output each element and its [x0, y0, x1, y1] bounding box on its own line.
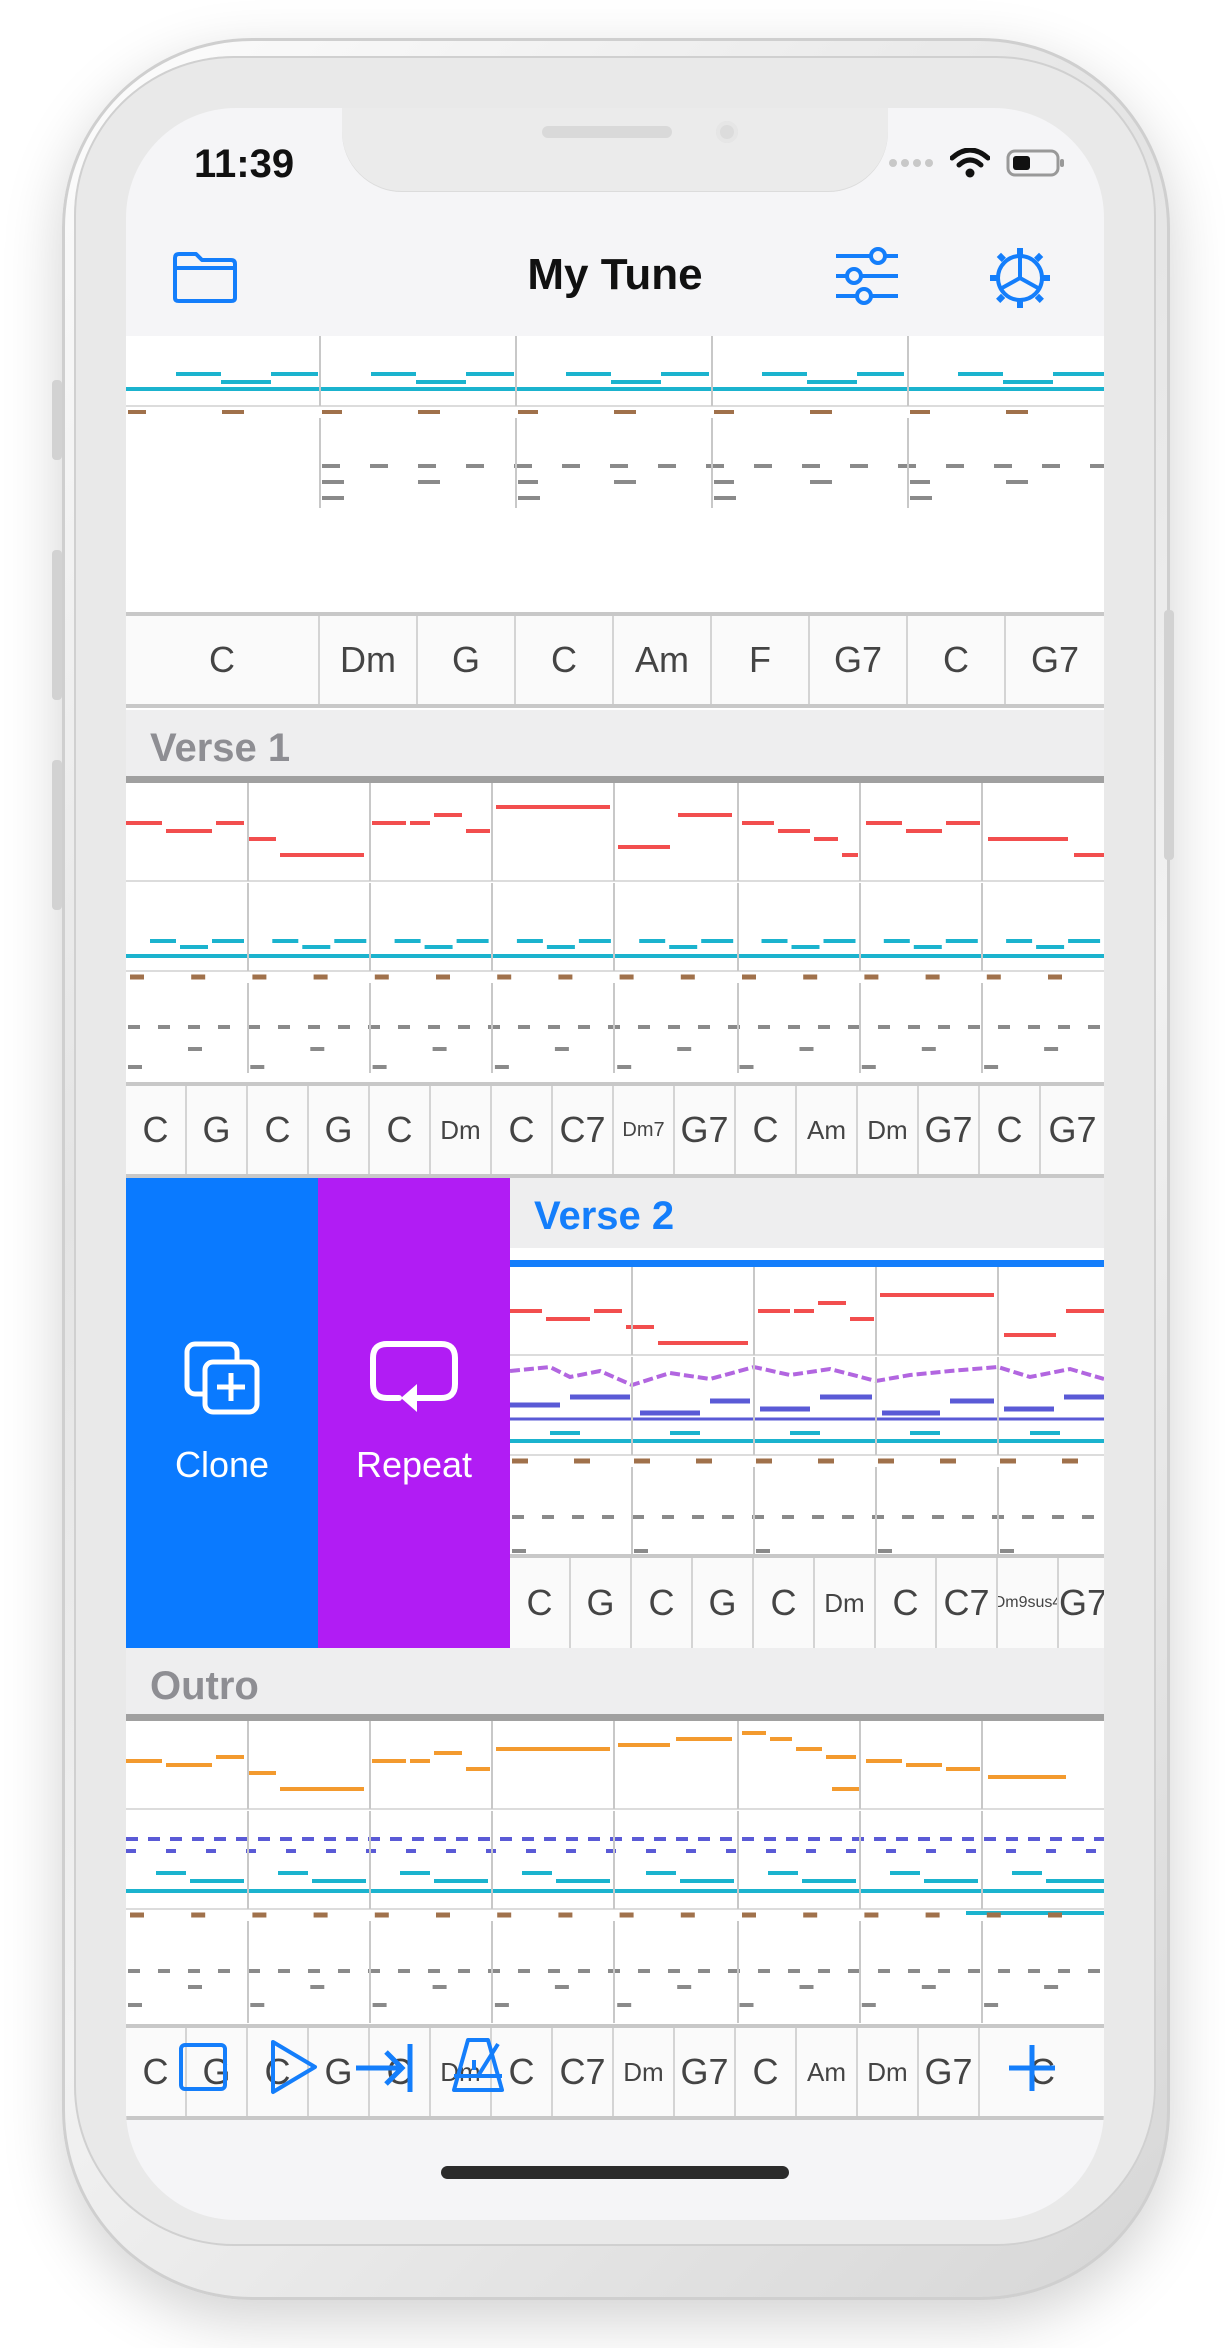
chord-cell[interactable]: C: [492, 1086, 553, 1174]
melody-track: [510, 1267, 1104, 1356]
chord-cell[interactable]: G7: [675, 1086, 736, 1174]
section-header: Verse 2: [510, 1178, 1104, 1248]
transport-toolbar: [126, 2006, 1104, 2126]
navigation-bar: My Tune: [126, 218, 1104, 338]
notch: [342, 108, 888, 192]
play-icon[interactable]: [268, 2038, 320, 2096]
status-time: 11:39: [194, 142, 295, 186]
chord-cell[interactable]: G7: [1006, 616, 1104, 704]
add-icon[interactable]: [1006, 2042, 1058, 2094]
chord-cell[interactable]: Dm: [815, 1558, 876, 1648]
section-title: Outro: [150, 1664, 259, 1708]
front-camera: [716, 121, 738, 143]
section-title: Verse 1: [150, 726, 291, 770]
volume-down-button: [52, 760, 62, 910]
section-verse-2[interactable]: Clone Repeat Verse 2 C G C G C Dm C C7 D…: [126, 1178, 1104, 1648]
chord-cell[interactable]: G7: [1059, 1558, 1104, 1648]
chord-cell[interactable]: Dm: [320, 616, 418, 704]
wifi-icon: [950, 148, 990, 178]
section-intro[interactable]: C Dm G C Am F G7 C G7: [126, 336, 1104, 710]
clone-icon: [184, 1341, 260, 1415]
repeat-icon: [370, 1341, 458, 1412]
chord-cell[interactable]: C: [510, 1558, 571, 1648]
chord-cell[interactable]: C: [908, 616, 1006, 704]
chord-cell[interactable]: G: [418, 616, 516, 704]
verse-2-content: Verse 2 C G C G C Dm C C7 Dm9sus4 G7: [510, 1178, 1104, 1648]
chord-cell[interactable]: G7: [1041, 1086, 1104, 1174]
chord-cell[interactable]: Dm: [858, 1086, 919, 1174]
chord-row-verse-2: C G C G C Dm C C7 Dm9sus4 G7: [510, 1554, 1104, 1648]
clone-action-button[interactable]: Clone: [126, 1178, 318, 1648]
chord-cell[interactable]: G: [187, 1086, 248, 1174]
chord-cell[interactable]: G: [693, 1558, 754, 1648]
harmony-track: [126, 336, 1104, 407]
metronome-icon[interactable]: [448, 2034, 508, 2096]
chord-cell[interactable]: C7: [553, 1086, 614, 1174]
section-divider: [126, 776, 1104, 783]
sliders-icon: [836, 247, 898, 305]
speaker: [542, 126, 672, 138]
bass-drums-track: [128, 974, 1104, 1073]
repeat-action-button[interactable]: Repeat: [318, 1178, 510, 1648]
chord-cell[interactable]: C: [516, 616, 614, 704]
page-title: My Tune: [527, 250, 703, 299]
mute-switch: [52, 380, 62, 460]
volume-up-button: [52, 550, 62, 700]
chord-cell[interactable]: C7: [937, 1558, 998, 1648]
chord-cell[interactable]: C: [736, 1086, 797, 1174]
section-header: Verse 1: [126, 710, 1104, 780]
chord-cell[interactable]: G: [309, 1086, 370, 1174]
chord-cell[interactable]: C: [126, 1086, 187, 1174]
chord-cell[interactable]: G: [571, 1558, 632, 1648]
chord-cell[interactable]: G7: [810, 616, 908, 704]
app-screen: 11:39 My Tune C Dm G C Am F G7 C G7 Vers…: [126, 108, 1104, 2220]
section-verse-1[interactable]: Verse 1 C G C G C Dm C C7 Dm7 G7 C Am Dm…: [126, 710, 1104, 1178]
harmony-track: [126, 883, 1104, 972]
chord-cell[interactable]: C: [876, 1558, 937, 1648]
melody-track: [126, 783, 1104, 882]
gear-icon: [990, 248, 1050, 308]
bass-drums-track: [512, 1458, 1104, 1557]
repeat-label: Repeat: [355, 1444, 473, 1485]
chord-cell[interactable]: C: [370, 1086, 431, 1174]
chord-cell[interactable]: Dm: [431, 1086, 492, 1174]
section-header: Outro: [126, 1648, 1104, 1718]
stop-icon[interactable]: [178, 2042, 230, 2094]
chord-cell[interactable]: C: [980, 1086, 1041, 1174]
clone-label: Clone: [174, 1444, 270, 1485]
multi-track: [126, 1811, 1104, 1910]
chord-cell[interactable]: Dm7: [614, 1086, 675, 1174]
chord-row-verse-1: C G C G C Dm C C7 Dm7 G7 C Am Dm G7 C G7: [126, 1082, 1104, 1178]
bass-drums-track: [128, 410, 1104, 508]
chord-cell[interactable]: C: [248, 1086, 309, 1174]
chord-cell[interactable]: G7: [919, 1086, 980, 1174]
home-indicator[interactable]: [441, 2166, 789, 2179]
settings-button[interactable]: [988, 246, 1052, 315]
chord-row-intro: C Dm G C Am F G7 C G7: [126, 612, 1104, 708]
section-divider: [510, 1260, 1104, 1267]
chord-cell[interactable]: C: [632, 1558, 693, 1648]
chord-cell[interactable]: C: [754, 1558, 815, 1648]
mixer-button[interactable]: [834, 246, 900, 311]
chord-cell[interactable]: F: [712, 616, 810, 704]
skip-to-end-icon[interactable]: [354, 2042, 416, 2094]
chord-cell[interactable]: C: [126, 616, 320, 704]
power-button: [1164, 610, 1174, 860]
battery-icon: [1006, 149, 1064, 177]
multi-track: [510, 1357, 1104, 1456]
chord-cell[interactable]: Am: [614, 616, 712, 704]
section-title: Verse 2: [534, 1194, 675, 1238]
status-icons: [888, 148, 1066, 178]
chord-cell[interactable]: Dm9sus4: [998, 1558, 1059, 1648]
melody-track: [126, 1721, 1104, 1810]
section-divider: [126, 1714, 1104, 1721]
chord-cell[interactable]: Am: [797, 1086, 858, 1174]
signal-icon: [889, 159, 933, 167]
